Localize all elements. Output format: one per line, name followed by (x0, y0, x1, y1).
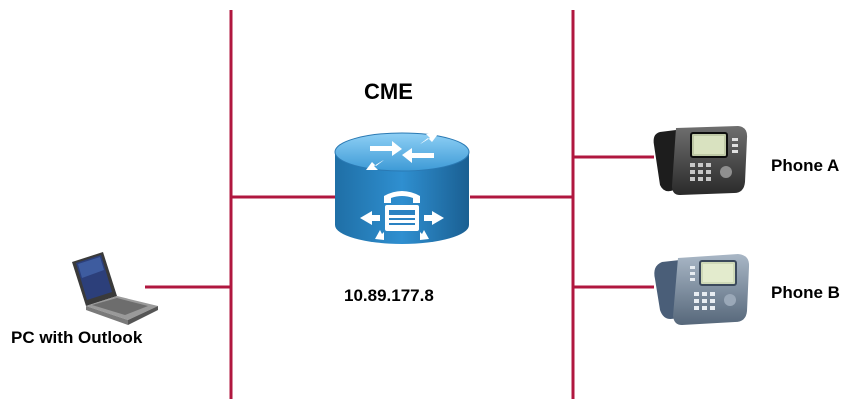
phone-b-label: Phone B (771, 283, 840, 302)
phone-a-label: Phone A (771, 156, 840, 175)
pc-label: PC with Outlook (11, 328, 143, 347)
ip-phone-icon (654, 254, 750, 325)
router-label: CME (364, 79, 413, 104)
cme-router-icon (334, 132, 470, 244)
router-ip-label: 10.89.177.8 (344, 286, 434, 305)
ip-phone-icon (653, 126, 748, 195)
